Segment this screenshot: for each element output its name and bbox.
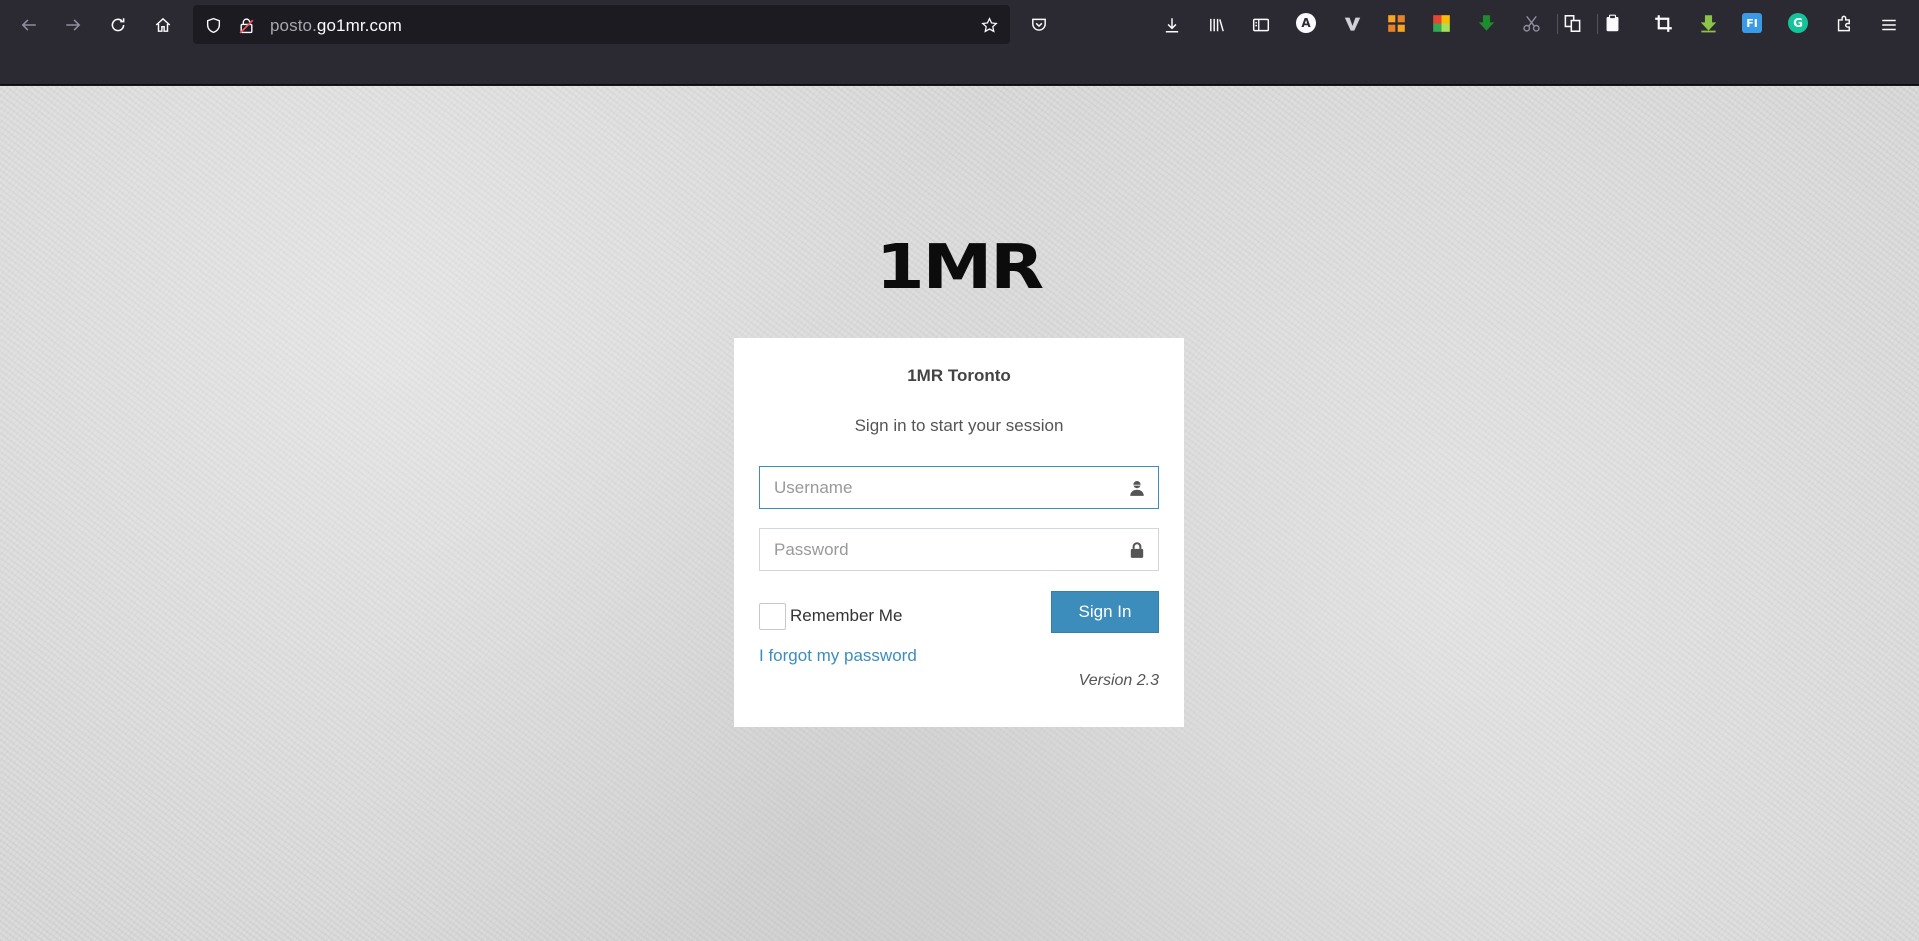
login-title: 1MR Toronto [907, 366, 1011, 385]
forward-icon[interactable] [58, 10, 88, 40]
tracking-shield-icon[interactable] [203, 15, 223, 35]
extensions-puzzle-icon[interactable] [1833, 12, 1855, 34]
clipboard-icon[interactable] [1601, 12, 1623, 34]
insecure-lock-icon[interactable] [236, 15, 256, 35]
back-icon[interactable] [14, 10, 44, 40]
url-bar[interactable]: posto.go1mr.com [193, 5, 1010, 44]
extension-fi-label: FI [1746, 16, 1758, 30]
extension-v-icon[interactable] [1341, 12, 1363, 34]
bookmark-star-icon[interactable] [979, 15, 999, 35]
reload-icon[interactable] [103, 10, 133, 40]
username-input[interactable] [760, 467, 1158, 508]
app-menu-icon[interactable] [1874, 10, 1904, 40]
site-logo: 1MR [875, 230, 1044, 304]
home-icon[interactable] [148, 10, 178, 40]
extension-download-lime-icon[interactable] [1697, 12, 1719, 34]
browser-toolbar: posto.go1mr.com A FI G [0, 0, 1919, 85]
extension-translate-icon[interactable] [1385, 12, 1407, 34]
extension-a-icon[interactable]: A [1296, 13, 1316, 33]
version-text: Version 2.3 [1078, 672, 1159, 689]
library-icon[interactable] [1202, 10, 1232, 40]
login-page: 1MR 1MR Toronto Sign in to start your se… [0, 86, 1919, 941]
password-field[interactable] [759, 528, 1159, 571]
copy-document-icon[interactable] [1561, 12, 1583, 34]
grammarly-icon[interactable]: G [1788, 13, 1808, 33]
toolbar-separator [1557, 14, 1558, 34]
grammarly-label: G [1793, 16, 1803, 30]
login-message: Sign in to start your session [854, 416, 1064, 435]
remember-me-checkbox[interactable] [759, 603, 786, 630]
scissors-icon[interactable] [1520, 12, 1542, 34]
sign-in-button[interactable]: Sign In [1051, 591, 1159, 633]
downloads-icon[interactable] [1157, 10, 1187, 40]
forgot-password-link[interactable]: I forgot my password [759, 646, 917, 666]
url-host-prefix: posto. [270, 16, 317, 35]
username-field[interactable] [759, 466, 1159, 509]
pocket-icon[interactable] [1024, 10, 1054, 40]
remember-me-label[interactable]: Remember Me [790, 606, 902, 626]
lock-icon [1127, 540, 1147, 560]
login-box: 1MR Toronto Sign in to start your sessio… [734, 338, 1184, 727]
url-host: go1mr.com [316, 16, 402, 35]
user-icon [1127, 478, 1147, 498]
extension-a-label: A [1301, 16, 1311, 30]
crop-icon[interactable] [1652, 12, 1674, 34]
password-input[interactable] [760, 529, 1158, 570]
toolbar-separator [1597, 14, 1598, 34]
extension-fi-icon[interactable]: FI [1742, 13, 1762, 33]
url-text[interactable]: posto.go1mr.com [270, 16, 402, 36]
extension-download-green-icon[interactable] [1475, 12, 1497, 34]
extension-colorful-icon[interactable] [1430, 12, 1452, 34]
sidebar-icon[interactable] [1246, 10, 1276, 40]
